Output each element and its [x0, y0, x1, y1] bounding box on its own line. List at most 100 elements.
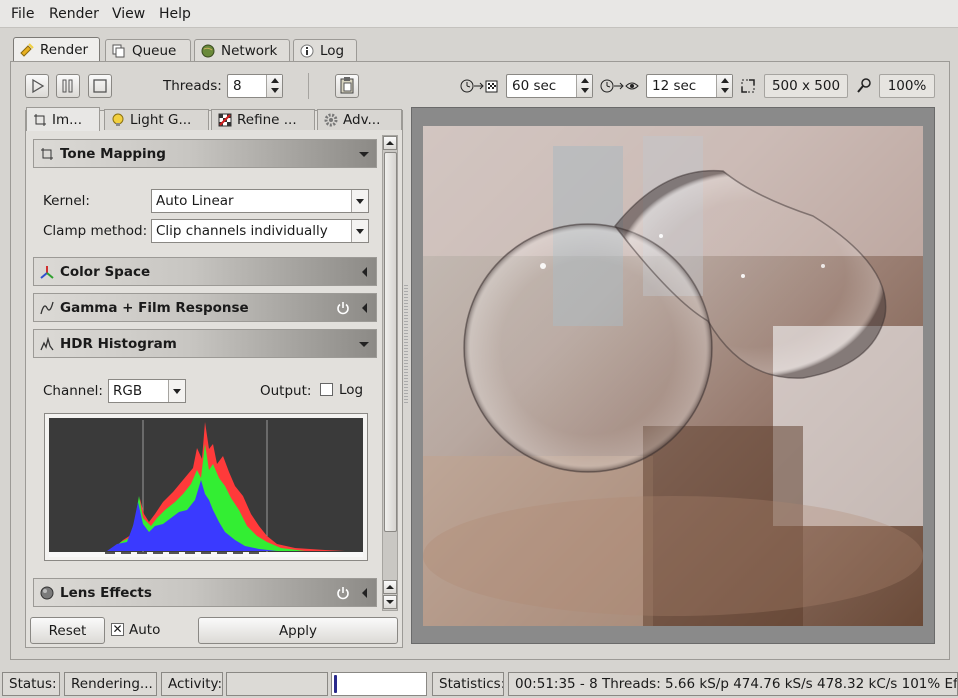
activity-label: Activity: — [168, 676, 223, 692]
subtab-refine[interactable]: Refine ... — [211, 109, 315, 130]
activity-label-box: Activity: — [161, 672, 223, 696]
tone-mapping-title: Tone Mapping — [60, 145, 166, 162]
expand-arrow-icon[interactable] — [359, 152, 369, 157]
chevron-down-icon[interactable] — [351, 190, 368, 212]
tab-queue[interactable]: Queue — [105, 39, 191, 61]
curve-icon — [40, 301, 54, 315]
tab-render-label: Render — [40, 42, 89, 58]
stop-icon — [93, 79, 107, 93]
status-value-box: Rendering... — [64, 672, 157, 696]
kernel-value: Auto Linear — [156, 193, 234, 209]
auto-checkbox[interactable]: ✕ — [111, 623, 124, 636]
chevron-down-icon[interactable] — [168, 380, 185, 402]
tab-log[interactable]: Log — [293, 39, 357, 61]
play-icon — [32, 78, 45, 94]
pause-icon — [62, 79, 73, 93]
color-space-title: Color Space — [60, 263, 151, 280]
globe-icon — [201, 44, 215, 57]
menu-help[interactable]: Help — [159, 6, 191, 22]
crop-icon — [34, 113, 46, 126]
start-button[interactable] — [25, 74, 49, 98]
subtab-advanced[interactable]: Adv... — [317, 109, 402, 130]
gear-icon — [324, 113, 338, 127]
statistics-value: 00:51:35 - 8 Threads: 5.66 kS/p 474.76 k… — [515, 676, 958, 692]
clipboard-icon — [340, 77, 354, 94]
scroll-down-arrow[interactable] — [383, 595, 397, 609]
lens-effects-title: Lens Effects — [60, 584, 152, 601]
status-label: Status: — [9, 676, 57, 692]
render-image — [423, 126, 923, 626]
tab-log-label: Log — [320, 42, 345, 59]
histogram-plot — [49, 418, 363, 557]
gamma-film-header[interactable]: Gamma + Film Response — [33, 293, 377, 322]
power-icon[interactable] — [336, 301, 350, 315]
tab-render[interactable]: Render — [13, 37, 100, 62]
collapse-arrow-icon[interactable] — [362, 267, 367, 277]
info-icon — [300, 44, 314, 57]
log-checkbox[interactable] — [320, 383, 333, 396]
kernel-select[interactable]: Auto Linear — [151, 189, 369, 213]
halt-time-spinbox[interactable]: 60 sec — [506, 74, 593, 98]
refresh-time-spinbox[interactable]: 12 sec — [646, 74, 733, 98]
threads-spinbox[interactable]: 8 — [227, 74, 283, 98]
stop-button[interactable] — [88, 74, 112, 98]
bulb-icon — [112, 113, 124, 126]
arrow-up-icon — [386, 585, 394, 589]
threads-spin-arrows[interactable] — [266, 75, 282, 97]
menu-bar: File Render View Help — [0, 0, 958, 28]
splitter-handle[interactable] — [404, 285, 408, 405]
subtab-light-groups-label: Light G... — [130, 112, 192, 128]
progress-bar — [331, 672, 427, 696]
progress-fill — [334, 675, 337, 693]
halt-time-value: 60 sec — [512, 78, 557, 94]
power-icon[interactable] — [336, 586, 350, 600]
collapse-arrow-icon[interactable] — [362, 588, 367, 598]
menu-view[interactable]: View — [112, 6, 145, 22]
clamp-method-value: Clip channels individually — [156, 223, 328, 239]
halt-time-icon — [460, 79, 498, 93]
auto-label: Auto — [129, 622, 161, 638]
log-label: Log — [339, 382, 364, 398]
reset-button[interactable]: Reset — [30, 617, 105, 644]
chevron-down-icon[interactable] — [351, 220, 368, 242]
menu-render[interactable]: Render — [49, 6, 99, 22]
histogram-frame — [44, 413, 368, 561]
channel-select[interactable]: RGB — [108, 379, 186, 403]
reset-label: Reset — [48, 622, 87, 639]
pause-button[interactable] — [56, 74, 80, 98]
copy-button[interactable] — [335, 74, 359, 98]
tab-queue-label: Queue — [132, 42, 177, 59]
lens-effects-header[interactable]: Lens Effects — [33, 578, 377, 607]
output-label: Output: — [260, 383, 312, 399]
menu-file[interactable]: File — [11, 6, 34, 22]
toolbar-separator — [308, 73, 309, 99]
scroll-up-arrow[interactable] — [383, 136, 397, 150]
color-space-header[interactable]: Color Space — [33, 257, 377, 286]
apply-button[interactable]: Apply — [198, 617, 398, 644]
tone-mapping-header[interactable]: Tone Mapping — [33, 139, 377, 168]
histogram-icon — [40, 337, 54, 351]
zoom-display[interactable]: 100% — [879, 74, 935, 98]
status-label-box: Status: — [2, 672, 60, 696]
resolution-value: 500 x 500 — [771, 78, 841, 94]
queue-icon — [112, 44, 125, 57]
statistics-label: Statistics: — [439, 676, 504, 692]
halt-time-spin-arrows[interactable] — [576, 75, 592, 97]
subtab-imaging[interactable]: Im... — [26, 107, 100, 131]
refresh-time-spin-arrows[interactable] — [716, 75, 732, 97]
subtab-light-groups[interactable]: Light G... — [104, 109, 209, 130]
scrollbar-thumb[interactable] — [384, 152, 397, 532]
zoom-icon — [857, 78, 871, 93]
channel-value: RGB — [113, 383, 143, 399]
resolution-icon — [741, 79, 755, 93]
arrow-up-icon — [386, 141, 394, 145]
color-space-icon — [40, 266, 54, 279]
resolution-display[interactable]: 500 x 500 — [764, 74, 848, 98]
scroll-up-arrow-bottom[interactable] — [383, 580, 397, 594]
clamp-method-select[interactable]: Clip channels individually — [151, 219, 369, 243]
tab-network[interactable]: Network — [194, 39, 290, 61]
collapse-arrow-icon[interactable] — [362, 303, 367, 313]
refine-icon — [218, 113, 232, 127]
expand-arrow-icon[interactable] — [359, 342, 369, 347]
hdr-histogram-header[interactable]: HDR Histogram — [33, 329, 377, 358]
